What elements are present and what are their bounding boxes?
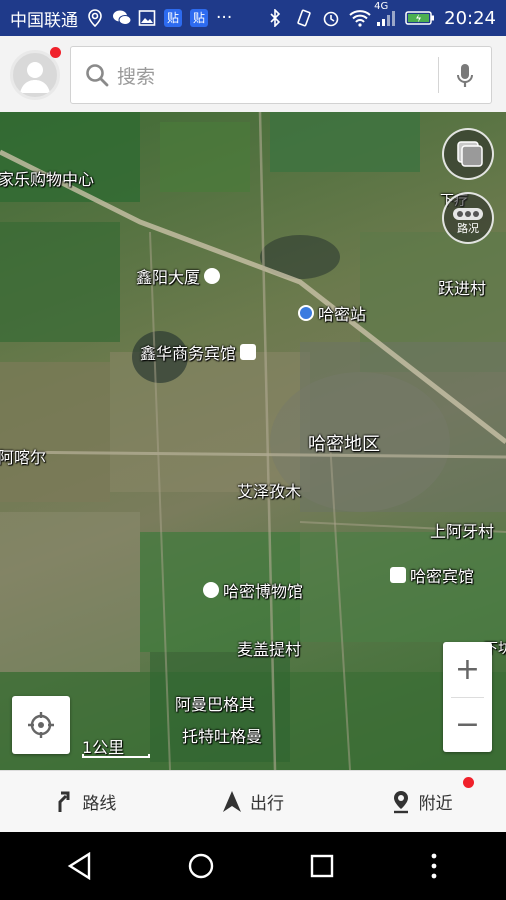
bluetooth-icon bbox=[268, 8, 286, 28]
tab-label: 路线 bbox=[82, 794, 117, 814]
alarm-icon bbox=[322, 9, 340, 27]
tieba-badge: 贴 bbox=[190, 9, 209, 27]
tab-label: 附近 bbox=[418, 794, 453, 814]
back-icon[interactable] bbox=[67, 852, 93, 880]
more-notifications: ··· bbox=[216, 8, 233, 28]
network-type: 4G bbox=[374, 1, 389, 12]
system-nav-bar bbox=[0, 832, 506, 900]
notification-dot bbox=[50, 47, 61, 58]
map-label[interactable]: 麦盖提村 bbox=[237, 636, 301, 660]
signal-icon: 4G bbox=[374, 1, 396, 27]
train-station-icon bbox=[298, 305, 314, 321]
layers-icon bbox=[457, 141, 483, 167]
wifi-icon bbox=[349, 9, 371, 27]
satellite-imagery bbox=[0, 112, 506, 770]
wechat-icon bbox=[112, 9, 132, 27]
hotel-icon bbox=[240, 344, 257, 360]
clock: 20:24 bbox=[444, 7, 496, 29]
locate-button[interactable] bbox=[12, 696, 70, 754]
scale-bar bbox=[82, 754, 150, 758]
map-label-region[interactable]: 哈密地区 bbox=[308, 430, 380, 456]
tab-travel[interactable]: 出行 bbox=[169, 771, 338, 832]
carrier-name: 中国联通 bbox=[10, 10, 78, 31]
bottom-tab-bar: 路线 出行 附近 bbox=[0, 770, 506, 832]
gallery-icon bbox=[138, 9, 156, 27]
building-icon bbox=[204, 268, 221, 284]
menu-dots-icon[interactable] bbox=[429, 852, 439, 880]
zoom-control: + − bbox=[443, 642, 492, 752]
map-label[interactable]: 上阿牙村 bbox=[430, 518, 494, 542]
search-icon bbox=[85, 63, 109, 87]
map-label[interactable]: 跃进村 bbox=[438, 275, 486, 299]
user-icon bbox=[20, 62, 50, 93]
map-scale: 1公里 bbox=[82, 734, 150, 758]
satellite-map[interactable]: 家乐购物中心 鑫阳大厦 哈密站 跃进村 鑫华商务宾馆 阿喀尔 哈密地区 艾泽孜木… bbox=[0, 112, 506, 770]
zoom-out-button[interactable]: − bbox=[443, 697, 492, 752]
home-icon[interactable] bbox=[187, 852, 215, 880]
map-label[interactable]: 家乐购物中心 bbox=[0, 166, 94, 190]
route-icon bbox=[58, 791, 70, 812]
tab-route[interactable]: 路线 bbox=[0, 771, 169, 832]
tab-label: 出行 bbox=[250, 794, 284, 814]
crosshair-icon bbox=[28, 712, 54, 738]
search-divider bbox=[438, 57, 439, 93]
map-label[interactable]: 托特吐格曼 bbox=[182, 723, 262, 747]
zoom-in-button[interactable]: + bbox=[443, 642, 492, 697]
search-input[interactable]: 搜索 bbox=[70, 46, 492, 104]
traffic-button[interactable]: 路况 bbox=[442, 192, 494, 244]
map-label[interactable]: 鑫华商务宾馆 bbox=[140, 340, 257, 364]
search-placeholder: 搜索 bbox=[117, 65, 156, 88]
map-label[interactable]: 鑫阳大厦 bbox=[136, 264, 221, 288]
recents-icon[interactable] bbox=[309, 853, 335, 879]
vibrate-icon bbox=[295, 9, 313, 27]
museum-icon bbox=[203, 582, 219, 598]
tieba-badge: 贴 bbox=[164, 9, 183, 27]
map-label[interactable]: 艾泽孜木 bbox=[237, 478, 301, 502]
microphone-icon[interactable] bbox=[455, 63, 475, 89]
map-label[interactable]: 阿曼巴格其 bbox=[175, 691, 255, 715]
location-icon bbox=[86, 9, 104, 28]
map-label[interactable]: 阿喀尔 bbox=[0, 444, 46, 468]
layer-switch-button[interactable] bbox=[442, 128, 494, 180]
navigate-arrow-icon bbox=[223, 790, 241, 812]
traffic-label: 路况 bbox=[457, 222, 479, 235]
battery-icon bbox=[405, 9, 435, 27]
map-label[interactable]: 哈密博物馆 bbox=[203, 578, 303, 602]
hotel-icon bbox=[390, 567, 406, 583]
search-header: 搜索 bbox=[0, 36, 506, 112]
tab-nearby[interactable]: 附近 bbox=[337, 771, 506, 832]
nearby-pin-icon bbox=[393, 790, 408, 813]
map-label[interactable]: 哈密站 bbox=[298, 301, 366, 325]
notification-dot bbox=[463, 777, 475, 788]
map-label[interactable]: 哈密宾馆 bbox=[390, 563, 474, 587]
status-bar: 中国联通 贴 贴 ··· 4G 20:24 bbox=[0, 0, 506, 36]
